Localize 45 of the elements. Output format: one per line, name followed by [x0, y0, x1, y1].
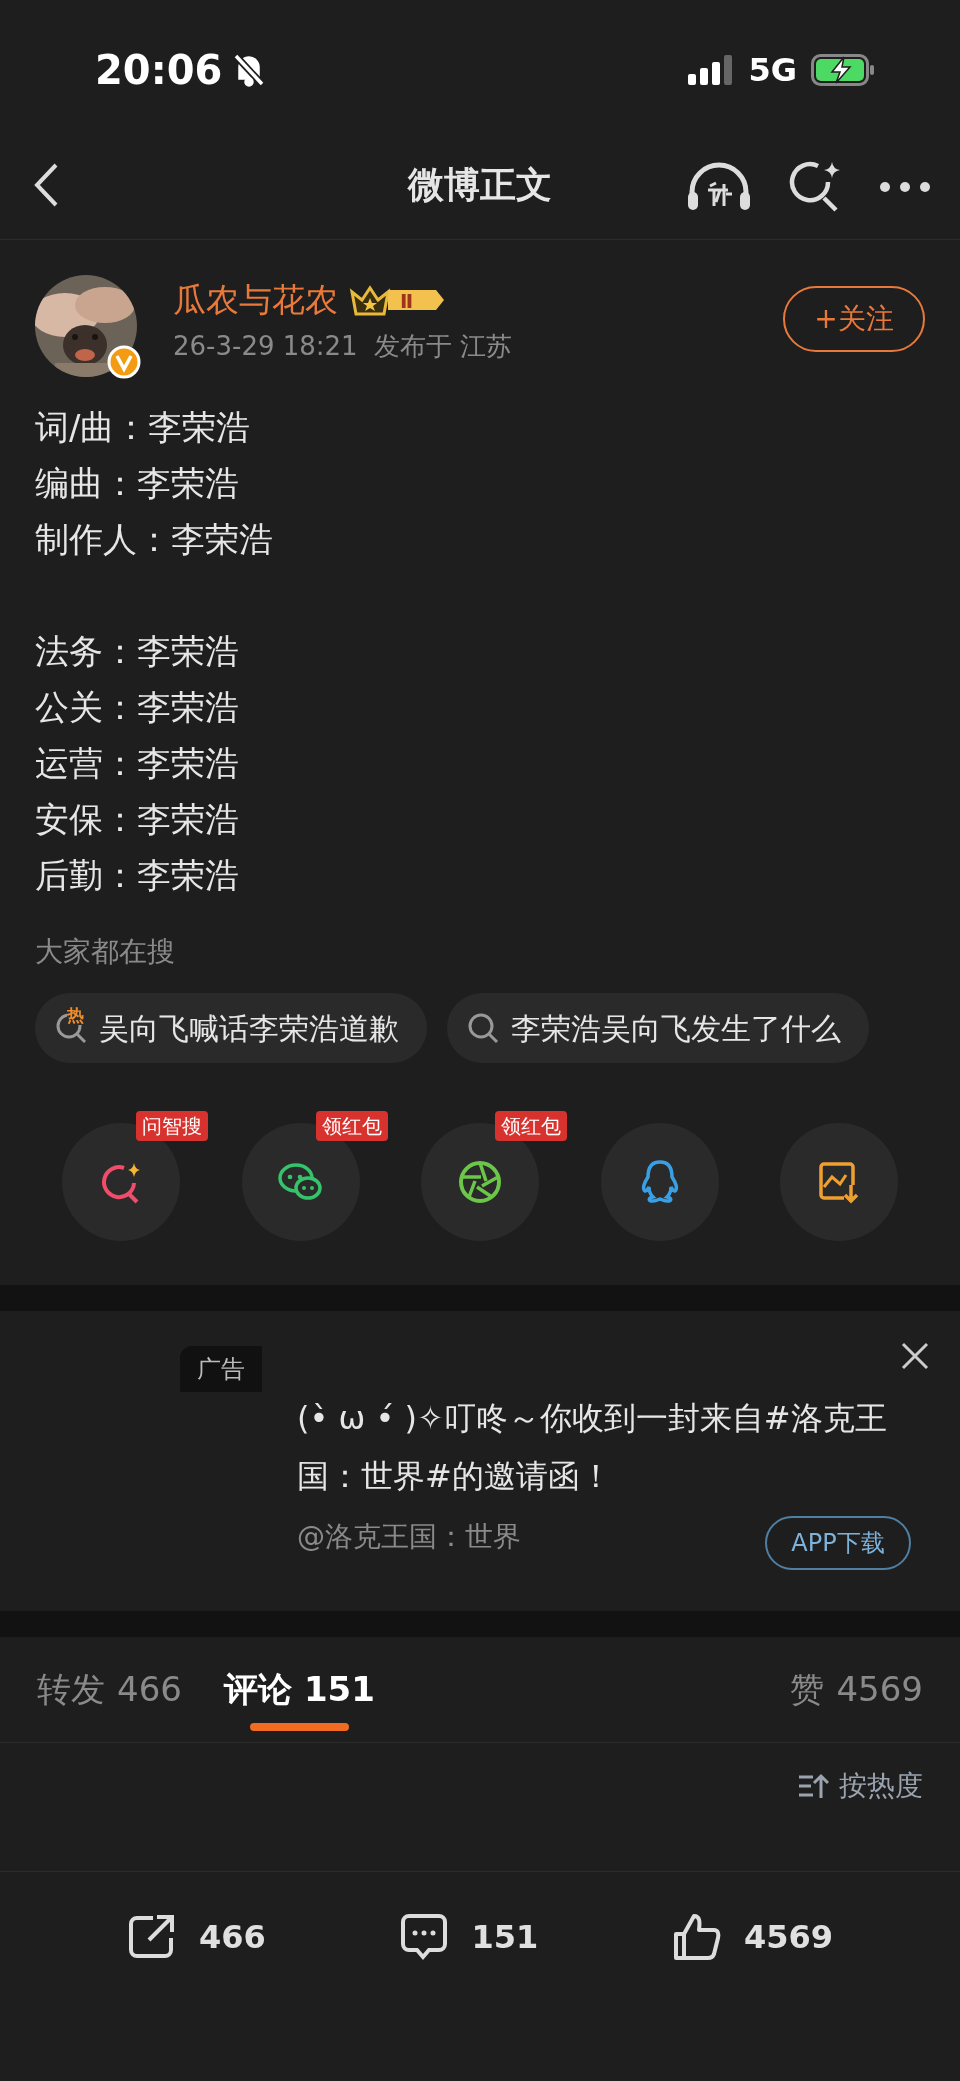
- ad-source[interactable]: @洛克王国：世界: [297, 1516, 521, 1558]
- post-time: 26-3-29 18:21: [173, 330, 358, 363]
- more-button[interactable]: [878, 180, 932, 194]
- tab[interactable]: 评论 151: [223, 1636, 375, 1743]
- search-chip[interactable]: 李荣浩吴向飞发生了什么: [447, 993, 869, 1063]
- ad-tag: 广告: [180, 1346, 262, 1392]
- post-text-line: 编曲：李荣浩: [35, 462, 240, 505]
- hot-mark: 热: [67, 1005, 84, 1025]
- network-label: 5G: [748, 50, 797, 91]
- tab[interactable]: 转发 466: [37, 1636, 182, 1743]
- thumbs-up-icon: [672, 1912, 723, 1962]
- battery-charging-icon: [811, 54, 875, 86]
- ad-text: (•̀ ω •́ )✧叮咚～你收到一封来自#洛克王国：世界#的邀请函！: [297, 1398, 888, 1497]
- promo-badge: 问智搜: [136, 1111, 208, 1141]
- post-text-line: 后勤：李荣浩: [35, 854, 240, 897]
- post-text-line: 法务：李荣浩: [35, 630, 240, 673]
- tab[interactable]: 赞 4569: [790, 1636, 923, 1743]
- post-text-line: 运营：李荣浩: [35, 742, 240, 785]
- level-text: Ⅱ: [400, 288, 414, 315]
- status-time: 20:06: [95, 46, 223, 95]
- sort-button[interactable]: 按热度: [797, 1765, 923, 1807]
- post-text-line: 制作人：李荣浩: [35, 518, 274, 561]
- app-download-button[interactable]: APP下载: [765, 1516, 911, 1570]
- listen-button[interactable]: [686, 162, 752, 212]
- verified-badge-icon: [107, 345, 141, 379]
- trending-title: 大家都在搜: [34, 934, 176, 970]
- sort-icon: [797, 1772, 829, 1800]
- search-chip[interactable]: 热 吴向飞喊话李荣浩道歉: [35, 993, 427, 1063]
- bell-muted-icon: [232, 52, 267, 88]
- comment-action[interactable]: 151: [399, 1912, 539, 1962]
- promo-badge: 领红包: [495, 1111, 567, 1141]
- post-location: 发布于 江苏: [373, 330, 512, 363]
- like-action[interactable]: 4569: [672, 1912, 834, 1962]
- post-text-line: 词/曲：李荣浩: [35, 406, 252, 449]
- search-icon: [467, 1011, 501, 1045]
- close-button[interactable]: [900, 1341, 930, 1371]
- signal-icon: [688, 55, 735, 85]
- post-text-line: 公关：李荣浩: [35, 686, 240, 729]
- page-title: 微博正文: [408, 162, 552, 207]
- repost-action[interactable]: 466: [126, 1912, 266, 1962]
- follow-button[interactable]: +关注: [783, 286, 925, 352]
- post-text-line: 安保：李荣浩: [35, 798, 240, 841]
- comment-icon: [399, 1912, 450, 1962]
- promo-badge: 领红包: [315, 1111, 388, 1141]
- author-name[interactable]: 瓜农与花农: [173, 275, 338, 325]
